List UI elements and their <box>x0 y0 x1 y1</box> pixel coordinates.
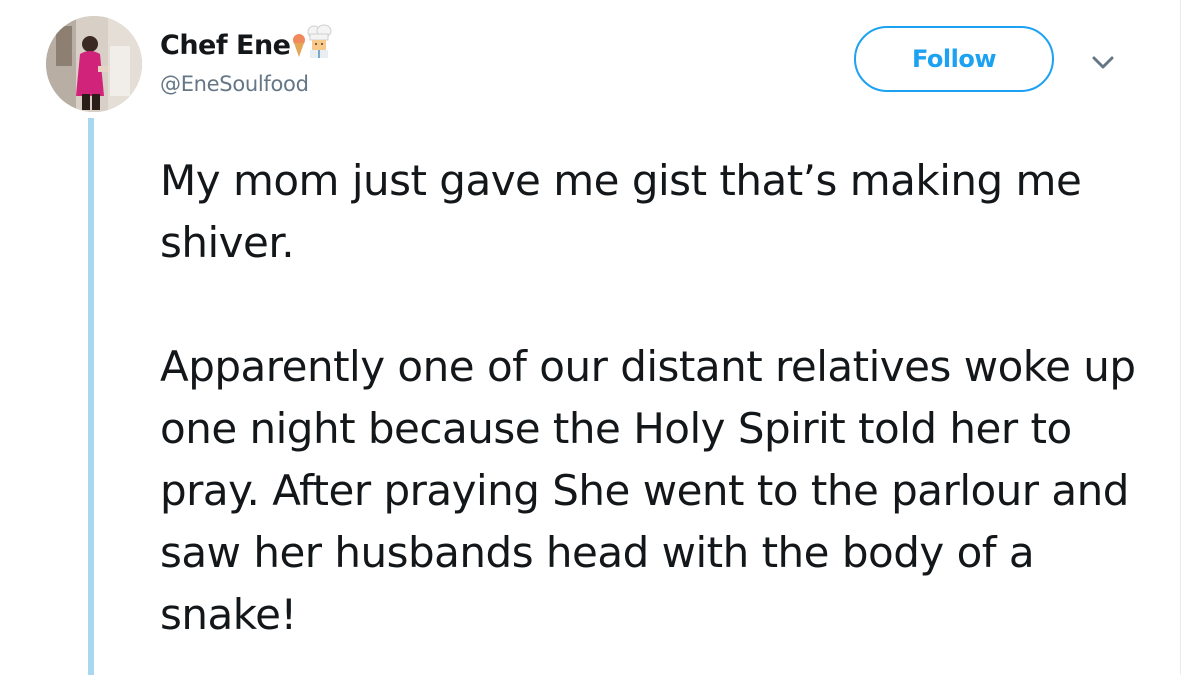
thread-line <box>88 118 94 675</box>
tweet-card: Chef Ene @EneSoulfood Follow My mom just… <box>0 0 1200 675</box>
chevron-down-icon[interactable] <box>1090 54 1116 72</box>
name-row: Chef Ene <box>160 24 332 66</box>
display-name[interactable]: Chef Ene <box>160 30 291 61</box>
tweet-paragraph-2: Apparently one of our distant relatives … <box>160 342 1136 639</box>
avatar[interactable] <box>46 16 142 112</box>
chef-icon <box>306 24 332 62</box>
user-handle[interactable]: @EneSoulfood <box>160 72 309 96</box>
tweet-paragraph-1: My mom just gave me gist that’s making m… <box>160 156 1082 267</box>
divider <box>1180 0 1181 675</box>
name-emojis <box>292 24 332 62</box>
follow-button[interactable]: Follow <box>854 26 1054 92</box>
ice-cream-icon <box>292 32 306 62</box>
tweet-text: My mom just gave me gist that’s making m… <box>160 150 1170 646</box>
